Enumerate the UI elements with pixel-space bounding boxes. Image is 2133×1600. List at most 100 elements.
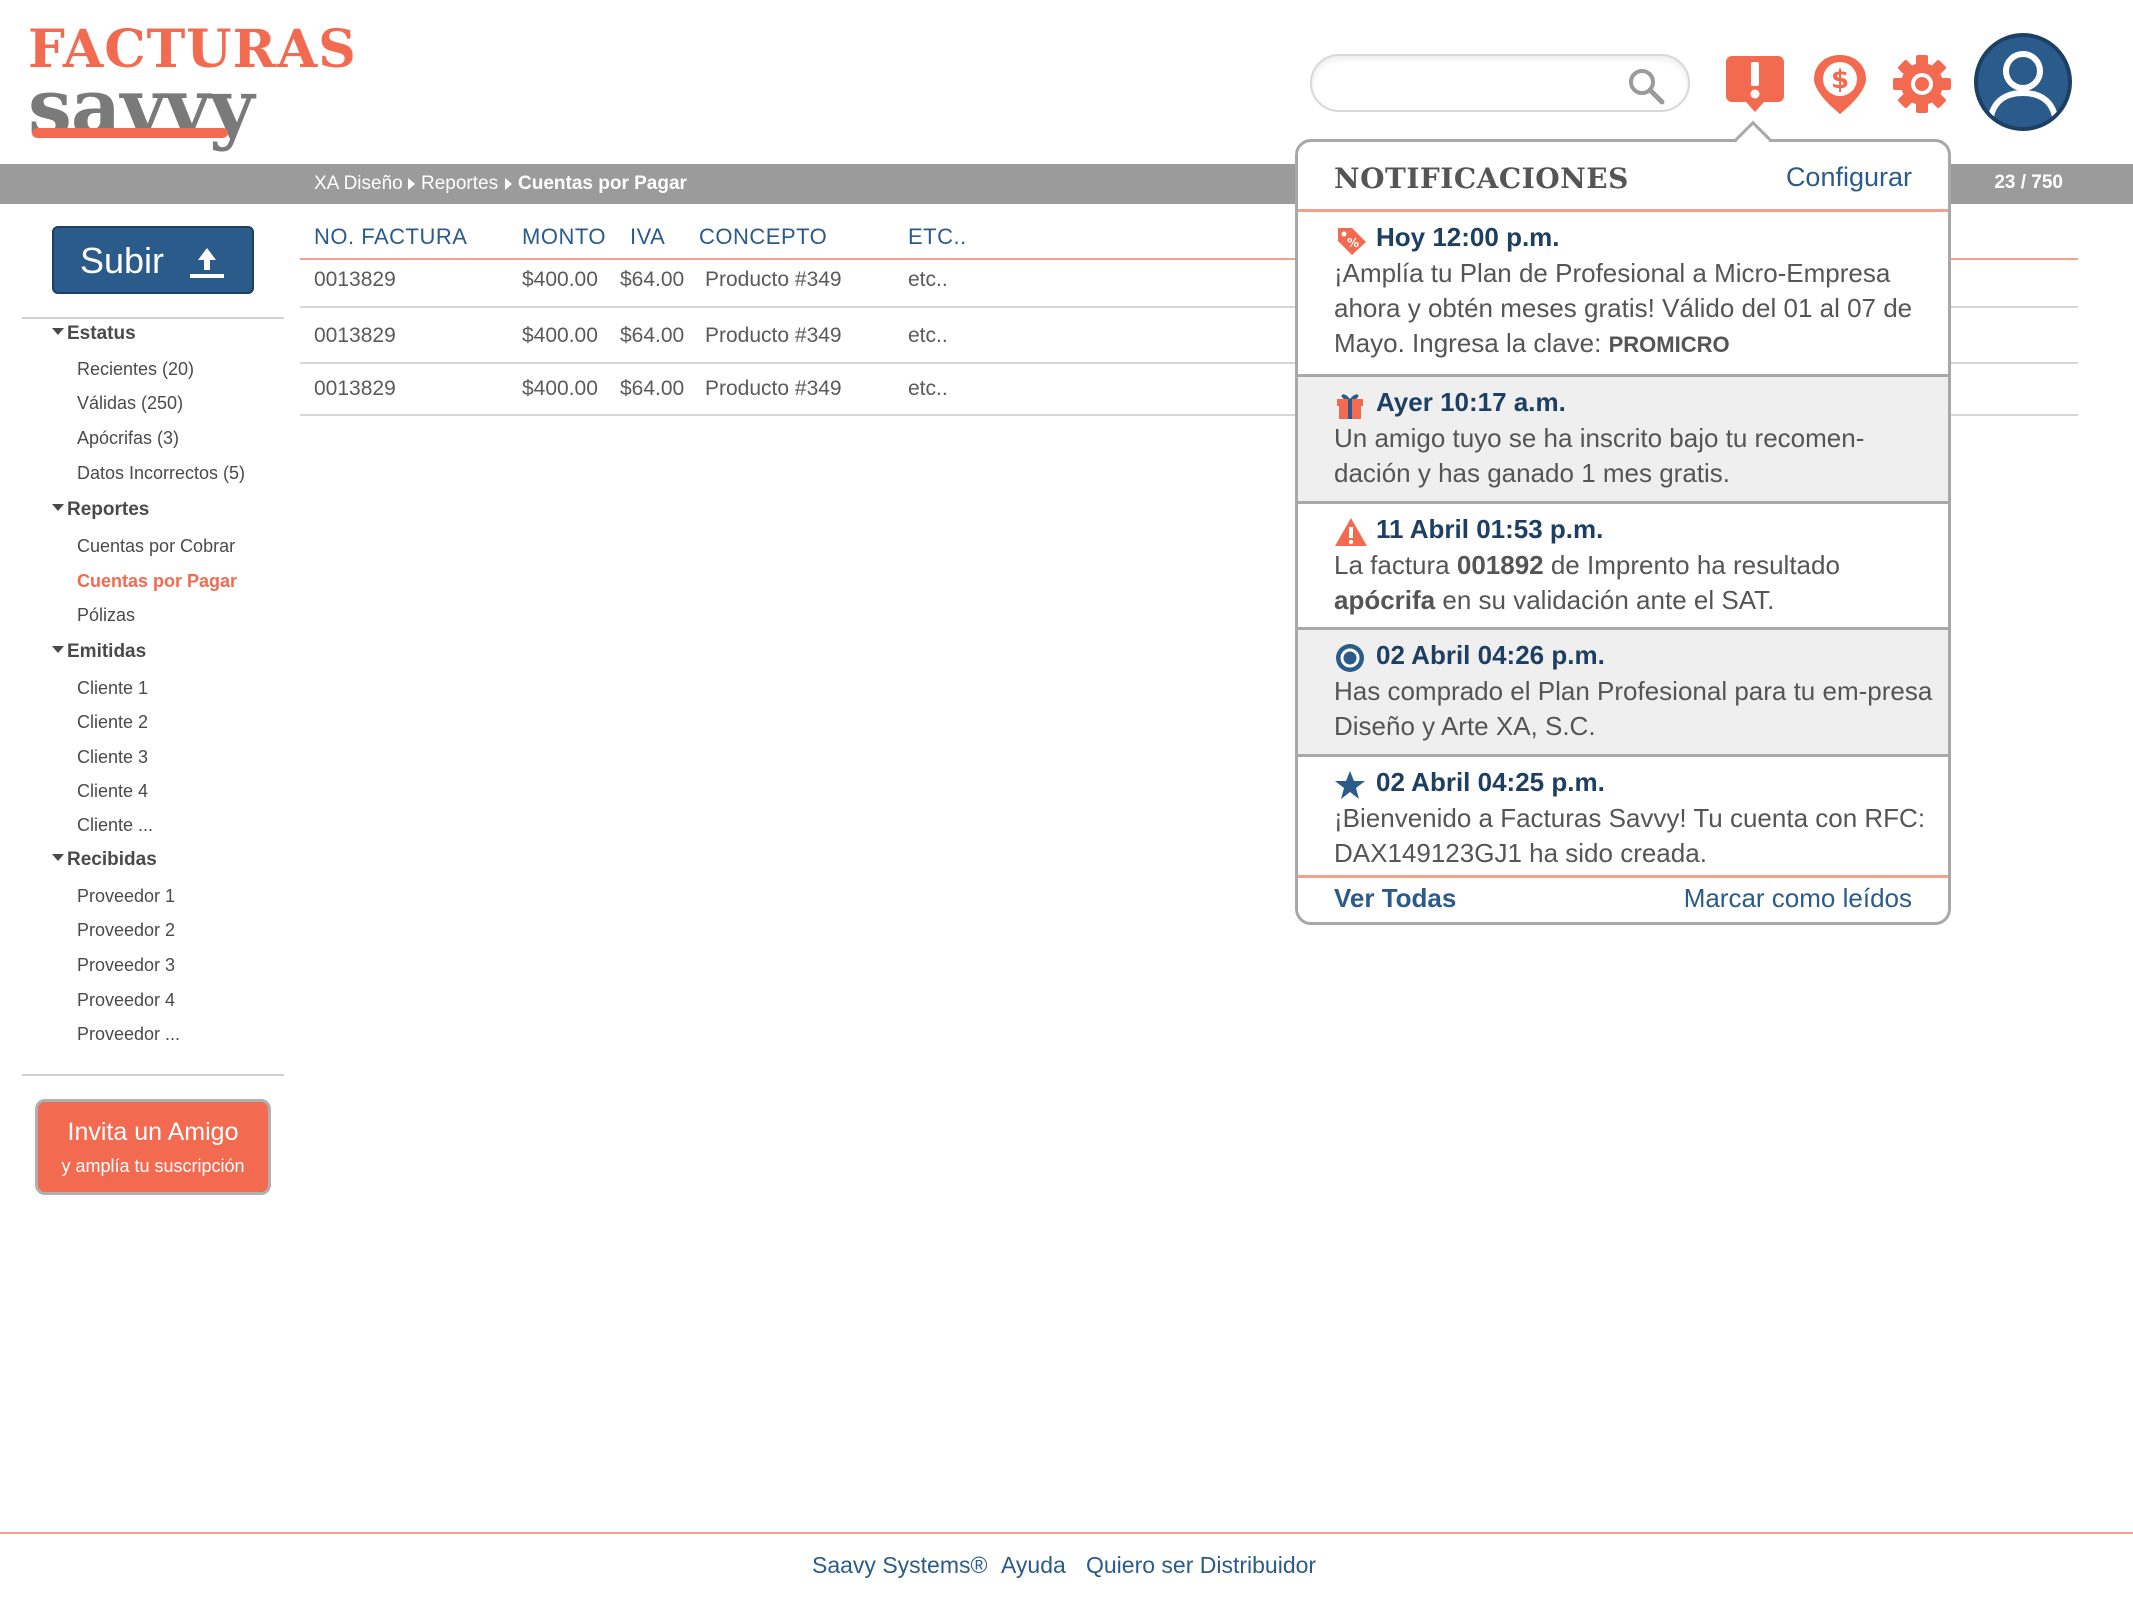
gear-icon[interactable]	[1891, 52, 1953, 116]
circle-badge-icon	[1336, 644, 1364, 672]
breadcrumb-item-current: Cuentas por Pagar	[518, 173, 687, 194]
upload-button[interactable]: Subir	[52, 226, 254, 294]
sidebar-section-reportes[interactable]: Reportes	[52, 499, 149, 521]
view-all-link[interactable]: Ver Todas	[1334, 883, 1456, 914]
notifications-configure-link[interactable]: Configurar	[1786, 162, 1912, 193]
column-header-iva[interactable]: IVA	[630, 224, 665, 250]
breadcrumb-item-xa-diseno[interactable]: XA Diseño	[314, 172, 403, 196]
cell-etc: etc..	[908, 324, 948, 347]
upload-icon	[190, 248, 224, 278]
notification-text: La factura 001892 de Imprento ha resulta…	[1334, 550, 1840, 615]
search-field[interactable]	[1332, 66, 1622, 100]
sidebar-section-recibidas[interactable]: Recibidas	[52, 849, 157, 871]
upload-button-label: Subir	[80, 240, 165, 281]
sidebar-item-datos-incorrectos[interactable]: Datos Incorrectos (5)	[77, 462, 245, 484]
sidebar-item-recientes[interactable]: Recientes (20)	[77, 358, 194, 380]
sidebar-item-apocrifas[interactable]: Apócrifas (3)	[77, 427, 179, 449]
cell-concepto: Producto #349	[705, 377, 842, 400]
invite-friend-button[interactable]: Invita un Amigo y amplía tu suscripción	[35, 1099, 271, 1195]
notification-time: Hoy 12:00 p.m.	[1376, 222, 1560, 252]
mark-as-read-link[interactable]: Marcar como leídos	[1684, 883, 1912, 914]
notification-item[interactable]: 11 Abril 01:53 p.m. La factura 001892 de…	[1298, 501, 1948, 627]
column-header-no-factura[interactable]: NO. FACTURA	[314, 224, 467, 250]
logo-swoosh	[32, 128, 228, 138]
cell-no-factura: 0013829	[314, 268, 396, 291]
cell-monto: $400.00	[522, 268, 598, 291]
caret-down-icon	[52, 328, 64, 336]
caret-down-icon	[52, 504, 64, 512]
cell-iva: $64.00	[620, 324, 685, 347]
sidebar-item-cliente-3[interactable]: Cliente 3	[77, 746, 148, 768]
cell-monto: $400.00	[522, 377, 598, 400]
column-header-concepto[interactable]: CONCEPTO	[699, 224, 827, 250]
notification-item[interactable]: 02 Abril 04:26 p.m. Has comprado el Plan…	[1298, 627, 1948, 754]
notifications-panel: NOTIFICACIONES Configurar % Hoy 12:00 p.…	[1295, 139, 1951, 925]
sidebar-item-cliente-more[interactable]: Cliente ...	[77, 814, 153, 836]
cell-concepto: Producto #349	[705, 324, 842, 347]
promo-code: PROMICRO	[1608, 332, 1730, 357]
sidebar-section-estatus[interactable]: Estatus	[52, 323, 136, 345]
notifications-footer-divider	[1298, 875, 1948, 878]
sidebar-item-cliente-4[interactable]: Cliente 4	[77, 780, 148, 802]
breadcrumb-item-reportes[interactable]: Reportes	[421, 172, 498, 196]
sidebar-item-proveedor-1[interactable]: Proveedor 1	[77, 885, 175, 907]
footer-link-distribuidor[interactable]: Quiero ser Distribuidor	[1086, 1552, 1316, 1579]
invite-subtitle: y amplía tu suscripción	[61, 1156, 245, 1176]
logo[interactable]: FACTURAS savvy	[28, 22, 356, 152]
sidebar-item-cliente-1[interactable]: Cliente 1	[77, 677, 148, 699]
cell-iva: $64.00	[620, 268, 685, 291]
column-header-monto[interactable]: MONTO	[522, 224, 606, 250]
sidebar-item-proveedor-4[interactable]: Proveedor 4	[77, 989, 175, 1011]
cell-no-factura: 0013829	[314, 377, 396, 400]
cell-concepto: Producto #349	[705, 268, 842, 291]
search-icon[interactable]	[1626, 66, 1666, 106]
sidebar-item-proveedor-3[interactable]: Proveedor 3	[77, 954, 175, 976]
discount-tag-icon: %	[1338, 228, 1366, 255]
footer-link-ayuda[interactable]: Ayuda	[1001, 1552, 1066, 1579]
notification-text: Has comprado el Plan Profesional para tu…	[1334, 676, 1933, 741]
sidebar-section-emitidas[interactable]: Emitidas	[52, 641, 146, 663]
sidebar-item-polizas[interactable]: Pólizas	[77, 604, 135, 626]
cell-monto: $400.00	[522, 324, 598, 347]
cell-no-factura: 0013829	[314, 324, 396, 347]
breadcrumb-separator-icon	[408, 178, 415, 190]
svg-text:%: %	[1347, 236, 1359, 250]
star-icon	[1335, 771, 1365, 799]
notification-text: Un amigo tuyo se ha inscrito bajo tu rec…	[1334, 423, 1865, 488]
notification-text: ¡Amplía tu Plan de Profesional a Micro-E…	[1334, 258, 1913, 358]
footer-link-saavy-systems[interactable]: Saavy Systems®	[812, 1552, 987, 1579]
notifications-title: NOTIFICACIONES	[1334, 162, 1629, 195]
svg-text:$: $	[1831, 65, 1849, 95]
invite-title: Invita un Amigo	[67, 1118, 239, 1146]
cell-iva: $64.00	[620, 377, 685, 400]
notification-item[interactable]: Ayer 10:17 a.m. Un amigo tuyo se ha insc…	[1298, 374, 1948, 501]
sidebar-item-proveedor-2[interactable]: Proveedor 2	[77, 919, 175, 941]
warning-icon	[1335, 518, 1367, 546]
user-avatar-icon[interactable]	[1974, 33, 2072, 131]
notification-item[interactable]: % Hoy 12:00 p.m. ¡Amplía tu Plan de Prof…	[1298, 212, 1948, 374]
search-input[interactable]	[1310, 54, 1690, 112]
notification-time: Ayer 10:17 a.m.	[1376, 387, 1566, 417]
notification-time: 02 Abril 04:25 p.m.	[1376, 767, 1605, 797]
caret-down-icon	[52, 854, 64, 862]
column-header-etc[interactable]: ETC..	[908, 224, 967, 250]
breadcrumb-separator-icon	[505, 178, 512, 190]
notification-time: 11 Abril 01:53 p.m.	[1376, 514, 1604, 544]
status-apocrifa: apócrifa	[1334, 585, 1436, 615]
sidebar-item-cuentas-por-pagar[interactable]: Cuentas por Pagar	[77, 570, 237, 592]
invoice-number: 001892	[1456, 550, 1544, 580]
alert-icon[interactable]	[1724, 52, 1786, 116]
page-count: 23 / 750	[1994, 172, 2063, 193]
footer-divider	[0, 1532, 2133, 1534]
sidebar-item-validas[interactable]: Válidas (250)	[77, 392, 183, 414]
cell-etc: etc..	[908, 377, 948, 400]
cell-etc: etc..	[908, 268, 948, 291]
caret-down-icon	[52, 646, 64, 654]
sidebar-item-cuentas-por-cobrar[interactable]: Cuentas por Cobrar	[77, 535, 235, 557]
dollar-pin-icon[interactable]: $	[1809, 52, 1871, 116]
sidebar-item-proveedor-more[interactable]: Proveedor ...	[77, 1023, 180, 1045]
notification-time: 02 Abril 04:26 p.m.	[1376, 640, 1605, 670]
sidebar-divider	[22, 317, 284, 319]
sidebar-item-cliente-2[interactable]: Cliente 2	[77, 711, 148, 733]
notification-item[interactable]: 02 Abril 04:25 p.m. ¡Bienvenido a Factur…	[1298, 754, 1948, 872]
